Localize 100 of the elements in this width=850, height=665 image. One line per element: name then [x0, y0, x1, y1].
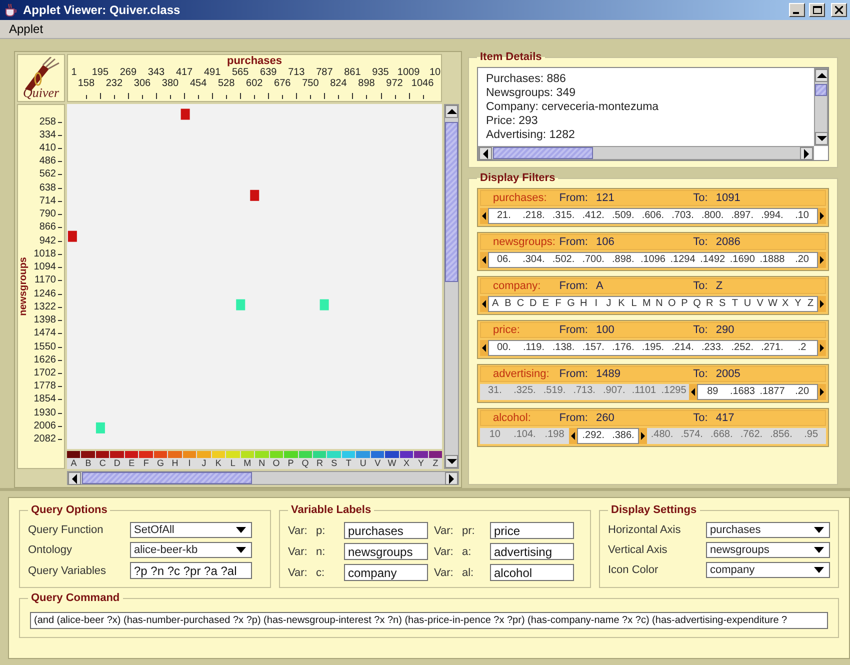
left-arrow-icon: [482, 212, 486, 220]
left-arrow-icon: [482, 300, 486, 308]
logo-text: Quiver: [22, 85, 60, 101]
filter-name: alcohol:: [493, 412, 532, 424]
scroll-up-button[interactable]: [815, 69, 828, 82]
scroll-left-button[interactable]: [479, 147, 492, 160]
from-value: A: [596, 280, 604, 292]
scrollbar-thumb[interactable]: [493, 147, 593, 159]
text-field[interactable]: purchases: [344, 522, 428, 539]
menu-item[interactable]: Applet: [0, 22, 52, 36]
from-label: From:: [559, 368, 588, 380]
filter-name: newsgroups:: [493, 236, 556, 248]
dropdown[interactable]: alice-beer-kb: [130, 542, 252, 558]
legend-label: V: [374, 458, 381, 468]
range-left-handle[interactable]: [480, 252, 488, 268]
var-name-label: pr:: [462, 524, 476, 536]
legend-label: E: [128, 458, 135, 468]
text-field[interactable]: ?p ?n ?c ?pr ?a ?al: [130, 562, 252, 579]
scroll-up-button[interactable]: [445, 105, 458, 118]
legend-label: I: [188, 458, 191, 468]
minimize-button[interactable]: [789, 3, 805, 17]
range-left-handle[interactable]: [480, 340, 488, 356]
legend-label: K: [215, 458, 222, 468]
range-left-handle[interactable]: [480, 208, 488, 224]
details-text-area[interactable]: Purchases: 886 Newsgroups: 349 Company: cerveceria-montezuma Price: 293 Advertising: 1282: [477, 67, 829, 161]
x-tick-label: 639: [260, 67, 277, 78]
filter-name: company:: [493, 280, 542, 292]
to-label: To:: [693, 324, 708, 336]
legend-label: W: [388, 458, 396, 468]
scrollbar-thumb[interactable]: [445, 122, 458, 282]
left-arrow-icon: [690, 388, 695, 396]
horizontal-scrollbar[interactable]: [67, 471, 459, 485]
dropdown[interactable]: newsgroups: [706, 542, 830, 558]
x-tick-label: 158: [78, 78, 95, 89]
up-arrow-icon: [446, 109, 456, 114]
vertical-scrollbar[interactable]: [444, 104, 459, 469]
range-right-handle[interactable]: [818, 384, 826, 400]
y-tick-label: 1474: [34, 328, 56, 339]
text-field[interactable]: price: [490, 522, 574, 539]
legend-label: O: [272, 458, 280, 468]
range-right-handle[interactable]: [639, 428, 648, 444]
scrollbar-thumb[interactable]: [82, 472, 252, 484]
detail-line: Advertising: 1282: [486, 128, 576, 142]
from-value: 1489: [596, 368, 622, 380]
dropdown[interactable]: company: [706, 562, 830, 578]
range-right-handle[interactable]: [818, 208, 826, 224]
var-name-label: n:: [316, 546, 326, 558]
scroll-left-button[interactable]: [68, 472, 81, 485]
legend-label: B: [85, 458, 92, 468]
left-arrow-icon: [483, 148, 488, 158]
y-tick-label: 2082: [34, 434, 56, 445]
legend-label: L: [230, 458, 236, 468]
close-button[interactable]: [831, 3, 847, 17]
range-left-handle[interactable]: [480, 296, 488, 312]
dropdown[interactable]: purchases: [706, 522, 830, 538]
command-field[interactable]: (and (alice-beer ?x) (has-number-purchased ?x ?p) (has-newsgroup-interest ?x ?n) (has-price-in-pence ?x ?pr) (has-company-name ?x ?c) (has-advertising-expenditure ?: [30, 612, 828, 629]
detail-line: Company: cerveceria-montezuma: [486, 100, 660, 114]
y-tick-label: 1550: [34, 341, 56, 352]
right-arrow-icon: [820, 300, 824, 308]
dropdown[interactable]: SetOfAll: [130, 522, 252, 538]
legend-label: P: [288, 458, 294, 468]
scrollbar-thumb[interactable]: [815, 84, 827, 96]
field-label: Query Variables: [28, 564, 108, 576]
x-tick-label: 306: [134, 78, 151, 89]
scroll-right-button[interactable]: [445, 472, 458, 485]
y-tick-label: 1322: [34, 301, 56, 312]
horizontal-scrollbar[interactable]: [478, 146, 814, 160]
y-axis-title: newsgroups: [18, 257, 30, 316]
from-label: From:: [559, 236, 588, 248]
text-field[interactable]: advertising: [490, 543, 574, 560]
vertical-scrollbar[interactable]: [814, 68, 828, 146]
range-left-handle[interactable]: [569, 428, 578, 444]
range-right-handle[interactable]: [818, 252, 826, 268]
var-prefix-label: Var:: [288, 546, 308, 558]
scroll-down-button[interactable]: [815, 132, 828, 145]
x-axis-title: purchases: [226, 55, 282, 67]
x-tick-label: 1046: [411, 78, 434, 89]
x-tick-label: 898: [358, 78, 375, 89]
var-prefix-label: Var:: [434, 524, 454, 536]
range-right-handle[interactable]: [818, 296, 826, 312]
range-right-handle[interactable]: [818, 340, 826, 356]
scroll-down-button[interactable]: [445, 455, 458, 468]
to-value: 1091: [716, 192, 742, 204]
scroll-right-button[interactable]: [800, 147, 813, 160]
close-icon: [835, 6, 843, 14]
dropdown-arrow-icon: [814, 527, 824, 533]
filter-name: advertising:: [493, 368, 550, 380]
y-tick-label: 486: [39, 156, 56, 167]
y-tick-label: 334: [39, 129, 56, 140]
down-arrow-icon: [446, 459, 456, 464]
var-name-label: p:: [316, 524, 326, 536]
maximize-button[interactable]: [809, 3, 825, 17]
right-arrow-icon: [820, 388, 824, 396]
to-value: 2086: [716, 236, 742, 248]
text-field[interactable]: alcohol: [490, 564, 574, 581]
legend-label: U: [360, 458, 366, 468]
text-field[interactable]: newsgroups: [344, 543, 428, 560]
text-field[interactable]: company: [344, 564, 428, 581]
y-tick-label: 638: [39, 182, 56, 194]
right-arrow-icon: [820, 344, 824, 352]
